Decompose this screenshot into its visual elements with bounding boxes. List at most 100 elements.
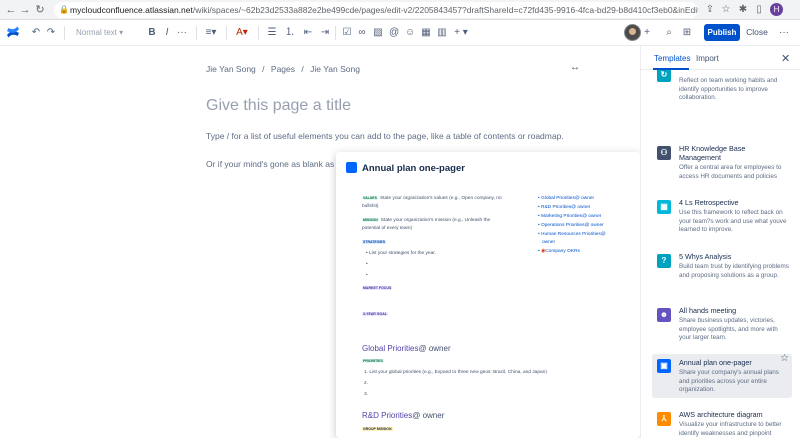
template-title: 4 Ls Retrospective [679, 198, 739, 207]
active-tab-indicator [653, 68, 689, 70]
breadcrumb-separator: / [301, 64, 304, 74]
invite-plus-icon[interactable]: + [642, 26, 652, 40]
bullet-list-icon[interactable]: ☰ [266, 26, 278, 40]
template-title: 5 Whys Analysis [679, 252, 732, 261]
more-actions-icon[interactable]: ⊞ [680, 26, 694, 40]
preview-values-cont: bullshit) [362, 204, 379, 209]
page-title-input[interactable]: Give this page a title [206, 97, 351, 115]
publish-button[interactable]: Publish [704, 24, 740, 41]
undo-icon[interactable]: ↶ [30, 26, 42, 40]
preview-mission-cont: potential of every team) [362, 226, 413, 231]
text-style-dropdown[interactable]: Normal text ▾ [76, 26, 136, 40]
template-description: Offer a central area for employees to ac… [679, 164, 782, 180]
question-icon: ? [657, 254, 671, 268]
url-path: /wiki/spaces/~62b23d2533a882e2be499cde/p… [192, 5, 698, 15]
link-text: R&D Priorities@ owner [541, 205, 591, 210]
preview-strategies: STRATEGIES [362, 240, 388, 245]
bookmark-star-icon[interactable]: ☆ [719, 3, 733, 17]
breadcrumb-item[interactable]: Jie Yan Song [206, 64, 256, 74]
template-description: Share your company's annual plans and pr… [679, 369, 779, 393]
aws-icon: ⅄ [657, 412, 671, 426]
task-icon[interactable]: ☑ [342, 26, 352, 40]
plus-icon: + [454, 27, 461, 38]
page-width-toggle-icon[interactable]: ↔ [570, 62, 580, 73]
tab-import[interactable]: Import [696, 54, 719, 63]
link-icon[interactable]: ∞ [357, 26, 367, 40]
template-title: Annual plan one-pager [679, 358, 752, 367]
indent-icon[interactable]: ⇥ [319, 26, 331, 40]
preview-section-title: Global Priorities@ owner [362, 344, 451, 353]
reload-icon[interactable]: ↻ [33, 3, 47, 17]
redo-icon[interactable]: ↷ [45, 26, 57, 40]
template-description: Visualize your infrastructure to better … [679, 421, 782, 437]
tab-templates[interactable]: Templates [654, 54, 690, 63]
preview-title-text: Annual plan one-pager [362, 163, 465, 174]
back-icon[interactable]: ← [4, 3, 18, 17]
confluence-logo-icon[interactable] [6, 25, 20, 39]
breadcrumb-item[interactable]: Jie Yan Song [310, 64, 360, 74]
profile-avatar[interactable]: H [770, 3, 783, 16]
sidebar-toggle-icon[interactable]: ▯ [752, 3, 766, 17]
link-text: Company OKRs [545, 249, 580, 254]
bold-button[interactable]: B [147, 26, 157, 40]
layout-icon[interactable]: ▥ [437, 26, 447, 40]
outdent-icon[interactable]: ⇤ [302, 26, 314, 40]
insert-more-button[interactable]: + ▾ [453, 26, 469, 40]
toolbar-divider [64, 26, 65, 40]
group-tag: GROUP MISSION [362, 427, 393, 431]
numbered-list-icon[interactable]: ⒈ [284, 26, 296, 40]
breadcrumb: Jie Yan Song / Pages / Jie Yan Song [206, 64, 364, 74]
italic-button[interactable]: I [162, 26, 172, 40]
collaborator-avatar[interactable] [624, 24, 641, 41]
image-icon[interactable]: ▨ [373, 26, 383, 40]
search-icon[interactable]: ⌕ [663, 26, 675, 40]
template-item[interactable]: ↻Annual resetReflect on team working hab… [652, 64, 792, 112]
browser-chrome: ← → ↻ 🔒 mycloudconfluence.atlassian.net/… [0, 0, 800, 20]
link-text: Global Priorities@ owner [541, 196, 595, 201]
template-item[interactable]: ⚇ HR Knowledge Base Management Offer a cen… [652, 144, 792, 190]
section-title: R&D Priorities [362, 411, 413, 420]
more-formatting-button[interactable]: ··· [176, 26, 188, 40]
text-style-label: Normal text [76, 28, 117, 37]
mission-tag: MISSION [362, 218, 379, 222]
table-icon[interactable]: ▦ [421, 26, 431, 40]
mention-icon[interactable]: @ [389, 26, 399, 40]
preview-link: • ◉Company OKRs [538, 249, 580, 254]
grid-icon: ▦ [657, 200, 671, 214]
preview-values: VALUES State your organization's values (… [362, 196, 502, 201]
forward-icon[interactable]: → [18, 3, 32, 17]
preview-priorities: PRIORITIES [362, 359, 386, 364]
plan-icon [346, 162, 357, 173]
extensions-icon[interactable]: ✱ [736, 3, 750, 17]
preview-title: Annual plan one-pager [346, 162, 465, 174]
market-tag: MARKET FOCUS [362, 286, 393, 290]
template-item[interactable]: ? 5 Whys Analysis Build team trust by iden… [652, 252, 792, 298]
alignment-icon[interactable]: ≡▾ [203, 26, 219, 40]
template-item[interactable]: ▣ Annual plan one-pager Share your company… [652, 353, 792, 398]
breadcrumb-item[interactable]: Pages [271, 64, 295, 74]
template-item[interactable]: ▦ 4 Ls Retrospective Use this framework to… [652, 198, 792, 244]
section-title: Global Priorities [362, 344, 419, 353]
template-item[interactable]: ☻ All hands meeting Share business updates… [652, 306, 792, 352]
preview-bullet: • [366, 273, 368, 278]
preview-bullet: • [366, 262, 368, 267]
values-text: State your organization's values (e.g., … [379, 196, 502, 201]
refresh-icon: ↻ [657, 68, 671, 82]
close-button[interactable]: Close [746, 24, 768, 41]
star-icon[interactable]: ☆ [780, 353, 789, 364]
preview-link: • R&D Priorities@ owner [538, 205, 591, 210]
template-item[interactable]: ⅄ AWS architecture diagram Visualize your … [652, 410, 792, 438]
share-icon[interactable]: ⇪ [703, 3, 717, 17]
preview-link: • Global Priorities@ owner [538, 196, 595, 201]
editor-menu-button[interactable]: ··· [776, 24, 792, 41]
preview-link-cont: owner [542, 240, 556, 245]
preview-link: • Human Resources Priorities@ [538, 232, 606, 237]
emoji-icon[interactable]: ☺ [405, 26, 415, 40]
text-color-icon[interactable]: A▾ [233, 26, 251, 40]
close-icon[interactable]: ✕ [781, 52, 790, 65]
template-description: Share business updates, victories, emplo… [679, 317, 778, 341]
address-bar[interactable]: 🔒 mycloudconfluence.atlassian.net/wiki/s… [54, 2, 698, 18]
editor-hint: Type / for a list of useful elements you… [206, 131, 564, 141]
toolbar-divider [196, 26, 197, 40]
list-number: 1. [364, 370, 369, 375]
